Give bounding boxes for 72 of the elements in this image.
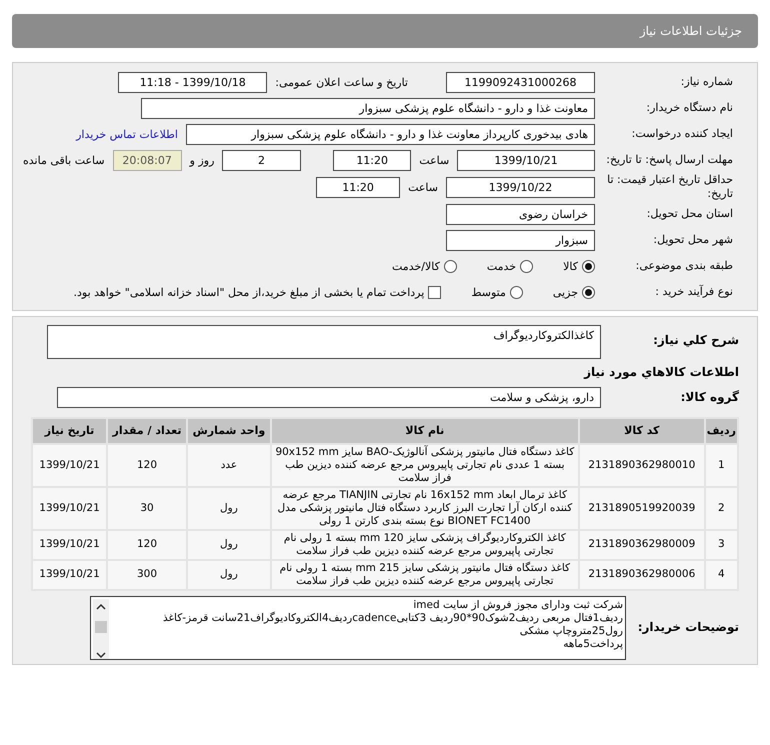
column-header: نام کالا xyxy=(272,418,578,443)
field-label: ایجاد کننده درخواست: xyxy=(630,126,733,142)
field-label: طبقه بندی موضوعی: xyxy=(634,259,733,274)
table-cell: 1399/10/21 xyxy=(33,488,106,529)
table-cell: رول xyxy=(188,530,270,559)
payment-checkbox[interactable]: پرداخت تمام یا بخشی از مبلغ خرید،از محل "اسناد خزانه اسلامی" خواهد بود. xyxy=(74,286,442,300)
table-cell: رول xyxy=(188,560,270,589)
table-cell: کاغذ دستگاه فتال مانیتور پزشکی سایز 215 mm بسته 1 رولی نام تجارتی پاپیروس مرجع عرضه کننده دیزین طب فراز سلامت xyxy=(272,560,578,589)
field-label: شرح کلي نياز: xyxy=(652,332,739,348)
requester-field: هادی بیدخوری کارپرداز معاونت غذا و دارو - دانشگاه علوم پزشکی سبزوار xyxy=(186,124,595,144)
field-label: تاریخ و ساعت اعلان عمومی: xyxy=(275,76,408,88)
table-cell: 2131890519920039 xyxy=(580,488,704,529)
table-cell: 120 xyxy=(108,530,186,559)
field-label: نوع فرآیند خرید : xyxy=(654,285,733,300)
table-cell: کاغذ دستگاه فتال مانیتور پزشکی آنالوژیک-BAO سایز 90x152 mm بسته 1 عددی نام تجارتی پاپیروس مرجع عرضه کننده دیزین طب فراز سلامت xyxy=(272,444,578,486)
field-label: مهلت ارسال پاسخ: تا تاریخ: xyxy=(605,152,733,168)
table-cell: 1 xyxy=(706,444,737,486)
category-radio[interactable]: کالا xyxy=(563,260,595,274)
column-header: واحد شمارش xyxy=(188,418,270,443)
announce-date-field: 1399/10/18 - 11:18 xyxy=(118,72,268,92)
table-cell: رول xyxy=(188,488,270,529)
remaining-time-field: 20:08:07 xyxy=(112,150,182,170)
table-cell: 2131890362980006 xyxy=(580,560,704,589)
table-cell: 120 xyxy=(108,444,186,486)
field-label: شماره نیاز: xyxy=(680,74,733,90)
table-cell: 300 xyxy=(108,560,186,589)
field-label: توضیحات خریدار: xyxy=(636,620,739,636)
column-header: کد کالا xyxy=(580,418,704,443)
purchase-type-radio[interactable]: متوسط xyxy=(471,286,523,300)
field-label: حداقل تاریخ اعتبار قیمت: تا تاریخ: xyxy=(606,173,733,202)
table-cell: 30 xyxy=(108,488,186,529)
field-label: نام دستگاه خریدار: xyxy=(645,100,733,116)
table-cell: 4 xyxy=(706,560,737,589)
category-radio[interactable]: کالا/خدمت xyxy=(392,260,457,274)
buyer-notes-field: شرکت ثبت ودارای مجوز فروش از سایت imed ردیف1فتال مربعی ردیف2شوک90*90ردیف 3کتابیcadenceردیف4الکتروکادیوگراف21سانت قرمز-کاغذ رول25متروچاپ مشکی پرداخت5ماهه xyxy=(90,596,626,660)
buyer-contact-link[interactable]: اطلاعات تماس خریدار xyxy=(76,128,178,140)
table-cell: 1399/10/21 xyxy=(33,530,106,559)
goods-group-field: دارو، پزشکی و سلامت xyxy=(57,387,601,408)
days-field: 2 xyxy=(222,150,301,170)
field-label: روز و xyxy=(190,154,214,166)
category-radio[interactable]: خدمت xyxy=(486,260,534,274)
validity-date-field: 1399/10/22 xyxy=(446,176,595,198)
table-cell: عدد xyxy=(188,444,270,486)
city-field: سبزوار xyxy=(446,230,595,252)
summary-field: كاغذالكتروكارديوگراف xyxy=(47,324,601,359)
table-cell: 1399/10/21 xyxy=(33,560,106,589)
field-label: ساعت باقی مانده xyxy=(23,154,105,166)
province-field: خراسان رضوی xyxy=(446,204,595,226)
table-cell: کاغذ الکتروکاردیوگراف پزشکی سایز 120 mm بسته 1 رولی نام تجارتی پاپیروس مرجع عرضه کننده دیزین طب فراز سلامت xyxy=(272,530,578,559)
page-title: جزئیات اطلاعات نیاز xyxy=(640,24,742,38)
table-cell: 3 xyxy=(706,530,737,559)
field-label: ساعت xyxy=(408,180,438,194)
purchase-type-radio[interactable]: جزیی xyxy=(552,286,595,300)
column-header: تعداد / مقدار xyxy=(108,418,186,443)
field-label: ساعت xyxy=(419,154,450,166)
field-label: شهر محل تحویل: xyxy=(652,233,733,248)
column-header: ردیف xyxy=(706,418,737,443)
table-cell: 2131890362980010 xyxy=(580,444,704,486)
table-cell: 2131890362980009 xyxy=(580,530,704,559)
table-cell: کاغذ ترمال ابعاد 16x152 mm نام تجارتی TIANJIN مرجع عرضه کننده ارکان آرا تجارت البرز کاربرد دستگاه فتال مانیتور پزشکی مدل BIONET FC1400 نوع بسته بندی کارتن 1 رولی xyxy=(272,488,578,529)
column-header: تاریخ نیاز xyxy=(33,418,106,443)
table-cell: 2 xyxy=(706,488,737,529)
validity-time-field: 11:20 xyxy=(316,176,400,198)
scrollbar-icon[interactable] xyxy=(93,598,109,659)
deadline-time-field: 11:20 xyxy=(333,150,412,170)
section-heading: اطلاعات كالاهاي مورد نياز xyxy=(582,364,739,379)
need-number-field: 1199092431000268 xyxy=(446,72,595,92)
buyer-org-field: معاونت غذا و دارو - دانشگاه علوم پزشکی سبزوار xyxy=(141,98,595,118)
deadline-date-field: 1399/10/21 xyxy=(457,150,595,170)
field-label: گروه کالا: xyxy=(680,390,739,406)
table-cell: 1399/10/21 xyxy=(33,444,106,486)
field-label: استان محل تحویل: xyxy=(646,207,733,222)
